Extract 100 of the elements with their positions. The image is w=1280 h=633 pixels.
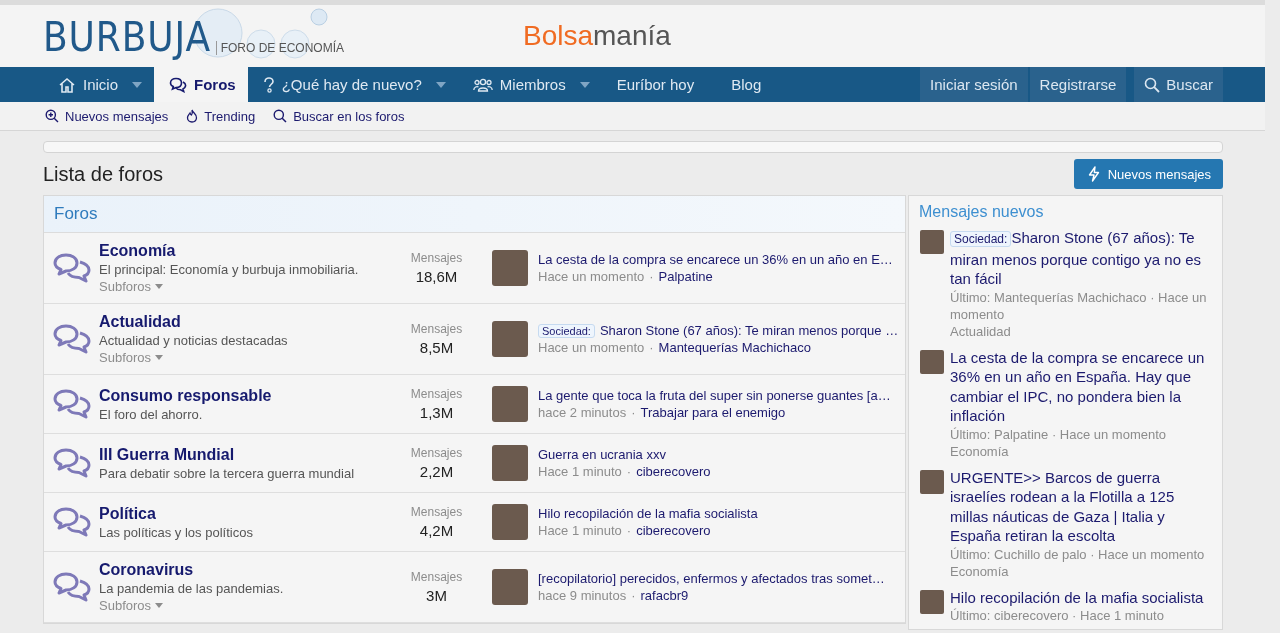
thread-link[interactable]: Sociedad: Sharon Stone (67 años): Te miran menos porque contigo ya no es tan fácil <box>950 228 1212 289</box>
nav-tab[interactable]: Blog <box>716 67 772 102</box>
nav-tab[interactable]: Inicio <box>43 67 129 102</box>
post-meta: Último: Mantequerías Machichaco · Hace un momento <box>950 288 1208 323</box>
thread-link[interactable]: [recopilatorio] perecidos, enfermos y afectados tras somet… <box>538 571 885 586</box>
stat-value: 2,2M <box>419 463 454 480</box>
chat-icon <box>53 253 91 283</box>
category-header[interactable]: Foros <box>44 196 905 233</box>
separator-dot: · <box>631 588 636 603</box>
stat-label: Mensajes <box>410 322 463 336</box>
post-meta: Último: Palpatine · Hace un momento <box>950 425 1168 443</box>
separator-dot: · <box>626 464 632 479</box>
forum-name: Economía <box>950 562 1010 580</box>
stat-label: Mensajes <box>410 570 463 584</box>
partner-logo[interactable]: Bolsamanía <box>523 20 671 52</box>
author-link[interactable]: rafacbr9 <box>640 588 689 603</box>
forum-name: Actualidad <box>950 322 1012 340</box>
thread-link[interactable]: Sharon Stone (67 años): Te miran menos porque … <box>599 323 899 338</box>
logo-tagline: FORO DE ECONOMÍA <box>215 41 345 55</box>
thread-link[interactable]: La cesta de la compra se encarece un 36% en un año en España. Hay que cambiar el IPC, no pondera bien la inflación <box>950 347 1212 426</box>
caret-icon[interactable] <box>132 81 143 88</box>
account-link[interactable]: Registrarse <box>1029 67 1127 102</box>
post-time: Hace 1 minuto <box>538 464 622 479</box>
avatar-placeholder[interactable] <box>920 469 944 494</box>
author-link[interactable]: ciberecovero <box>636 464 711 479</box>
caret-icon[interactable] <box>435 81 446 88</box>
forum-title[interactable]: Economía <box>99 241 389 261</box>
caret-icon[interactable] <box>579 81 590 88</box>
stat-value: 18,6M <box>415 268 458 285</box>
stat-value: 1,3M <box>419 404 454 421</box>
new-posts-button[interactable]: Nuevos mensajes <box>1073 159 1223 189</box>
chat-icon <box>53 324 91 354</box>
stat-value: 4,2M <box>419 522 454 539</box>
forum-title[interactable]: III Guerra Mundial <box>99 444 389 465</box>
caret-icon <box>155 355 164 360</box>
post-meta: Último: ciberecovero · Hace 1 minuto <box>950 607 1165 624</box>
nav-tab[interactable]: Euríbor hoy <box>601 67 705 102</box>
thread-link[interactable]: Hilo recopilación de la mafia socialista <box>538 506 758 521</box>
forum-description: Las políticas y los políticos <box>99 523 254 541</box>
avatar-placeholder[interactable] <box>920 589 944 614</box>
home-icon <box>58 76 76 93</box>
separator-dot: · <box>626 523 632 538</box>
nav-tab[interactable]: ¿Qué hay de nuevo? <box>247 67 432 102</box>
forum-description: La pandemia de las pandemias. <box>99 580 285 597</box>
lightning-icon <box>1087 166 1100 182</box>
search-button[interactable]: Buscar <box>1134 67 1223 102</box>
stat-label: Mensajes <box>410 387 463 401</box>
chat-icon <box>53 572 91 602</box>
users-icon <box>472 77 493 92</box>
forum-description: El principal: Economía y burbuja inmobiliaria. <box>99 261 360 278</box>
caret-icon <box>155 284 164 289</box>
question-icon <box>262 76 275 93</box>
stat-label: Mensajes <box>410 251 463 265</box>
stat-value: 8,5M <box>419 339 454 356</box>
thread-link[interactable]: URGENTE>> Barcos de guerra israelíes rodean a la Flotilla a 125 millas náuticas de Gaza | Italia y España retiran la escolta <box>950 467 1212 546</box>
thread-link[interactable]: Guerra en ucrania xxv <box>538 447 666 462</box>
separator-dot: · <box>631 405 636 420</box>
post-time: Hace un momento <box>538 269 645 284</box>
thread-prefix-label: Sociedad: <box>950 231 1012 247</box>
post-time: Hace 1 minuto <box>538 523 622 538</box>
forum-description: Para debatir sobre la tercera guerra mundial <box>99 464 356 482</box>
author-link[interactable]: Trabajar para el enemigo <box>640 405 786 420</box>
search-icon <box>1144 76 1161 93</box>
separator-dot: · <box>649 269 654 284</box>
search-icon <box>273 109 288 123</box>
subnav-link[interactable]: Nuevos mensajes <box>45 108 169 124</box>
forum-title[interactable]: Consumo responsable <box>99 385 389 406</box>
chat-icon <box>53 389 91 419</box>
stat-label: Mensajes <box>410 505 463 519</box>
author-link[interactable]: Palpatine <box>658 269 713 284</box>
forum-title[interactable]: Actualidad <box>99 312 389 332</box>
account-link[interactable]: Iniciar sesión <box>920 67 1028 102</box>
subnav-link[interactable]: Buscar en los foros <box>273 108 405 124</box>
forum-title[interactable]: Coronavirus <box>99 560 389 580</box>
subnav-link[interactable]: Trending <box>186 108 256 124</box>
thread-link[interactable]: La cesta de la compra se encarece un 36% en un año en E… <box>538 252 893 267</box>
flame-icon <box>186 109 199 123</box>
stat-value: 3M <box>426 587 447 604</box>
thread-prefix-label: Sociedad: <box>538 323 595 338</box>
forum-title[interactable]: Política <box>99 503 389 524</box>
post-meta: Último: Cuchillo de palo · Hace un momento <box>950 545 1206 563</box>
thread-link[interactable]: La gente que toca la fruta del super sin ponerse guantes [a… <box>538 388 891 403</box>
nav-tab[interactable]: Miembros <box>457 67 576 102</box>
separator-dot: · <box>649 340 654 355</box>
caret-icon <box>155 603 164 608</box>
page-title: Lista de foros <box>43 162 164 186</box>
forum-description: Actualidad y noticias destacadas <box>99 332 289 349</box>
author-link[interactable]: ciberecovero <box>636 523 711 538</box>
chat-icon <box>53 448 91 478</box>
post-time: Hace un momento <box>538 340 645 355</box>
stat-label: Mensajes <box>410 446 463 460</box>
thread-link[interactable]: Hilo recopilación de la mafia socialista <box>950 587 1212 607</box>
post-time: hace 2 minutos <box>538 405 627 420</box>
forum-description: El foro del ahorro. <box>99 405 204 423</box>
chat-icon <box>53 507 91 537</box>
forum-name: Economía <box>950 442 1010 460</box>
post-time: hace 9 minutos <box>538 588 627 603</box>
zoom-in-icon <box>45 109 59 123</box>
avatar-placeholder[interactable] <box>920 349 944 374</box>
author-link[interactable]: Mantequerías Machichaco <box>658 340 812 355</box>
